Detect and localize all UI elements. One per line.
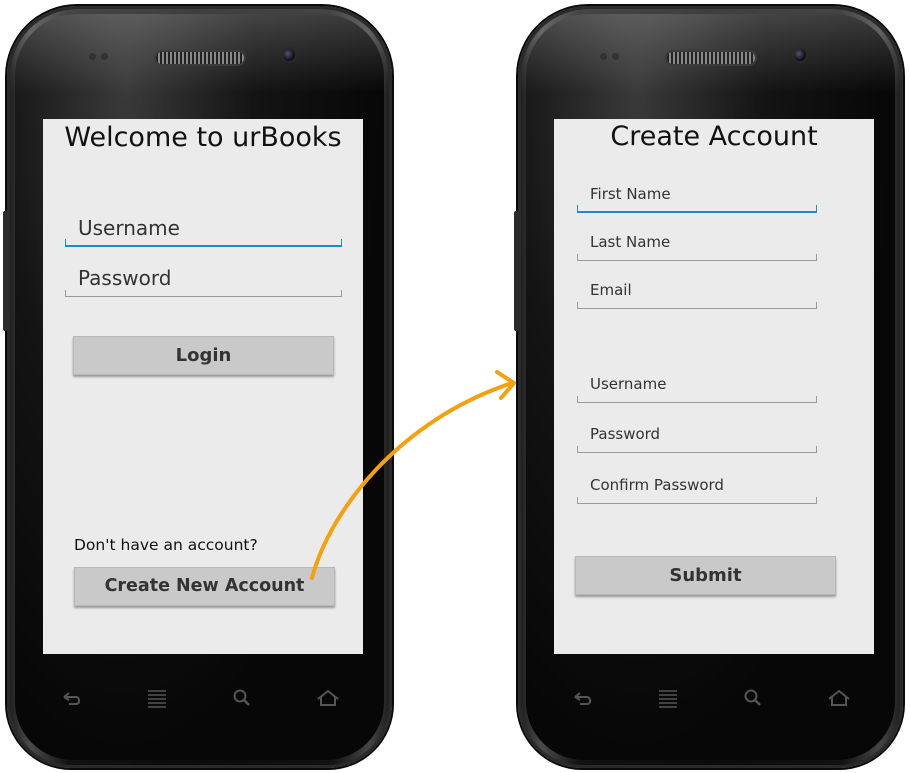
light-sensor	[612, 53, 619, 60]
volume-button	[3, 211, 8, 331]
proximity-sensor	[600, 53, 607, 60]
earpiece-speaker	[666, 52, 755, 64]
proximity-sensor	[89, 53, 96, 60]
login-button[interactable]: Login	[73, 336, 334, 375]
password-field[interactable]: Password	[577, 424, 817, 453]
volume-button	[514, 211, 519, 331]
password-field[interactable]: Password	[65, 264, 342, 297]
confirm-password-placeholder: Confirm Password	[590, 476, 724, 494]
email-field[interactable]: Email	[577, 280, 817, 309]
home-icon[interactable]	[825, 687, 853, 709]
password-placeholder: Password	[590, 425, 661, 443]
no-account-text: Don't have an account?	[74, 536, 258, 554]
search-icon[interactable]	[228, 687, 256, 709]
first-name-placeholder: First Name	[590, 185, 671, 203]
page-title: Create Account	[610, 121, 818, 152]
first-name-field[interactable]: First Name	[577, 184, 817, 213]
create-account-screen: Create Account First Name Last Name Emai…	[554, 119, 874, 654]
last-name-field[interactable]: Last Name	[577, 232, 817, 261]
login-screen: Welcome to urBooks Username Password Log…	[43, 119, 363, 654]
confirm-password-field[interactable]: Confirm Password	[577, 475, 817, 504]
submit-button[interactable]: Submit	[575, 556, 836, 595]
password-placeholder: Password	[78, 266, 172, 290]
light-sensor	[101, 53, 108, 60]
android-navbar	[57, 683, 342, 713]
phone-login: Welcome to urBooks Username Password Log…	[3, 6, 392, 768]
back-icon[interactable]	[568, 687, 596, 709]
menu-icon[interactable]	[654, 687, 682, 709]
back-icon[interactable]	[57, 687, 85, 709]
username-field[interactable]: Username	[65, 214, 342, 247]
earpiece-speaker	[155, 52, 244, 64]
username-field[interactable]: Username	[577, 374, 817, 403]
create-new-account-button[interactable]: Create New Account	[74, 567, 335, 606]
home-icon[interactable]	[314, 687, 342, 709]
last-name-placeholder: Last Name	[590, 233, 671, 251]
front-camera	[283, 49, 295, 61]
front-camera	[794, 49, 806, 61]
menu-icon[interactable]	[143, 687, 171, 709]
android-navbar	[568, 683, 853, 713]
email-placeholder: Email	[590, 281, 632, 299]
username-placeholder: Username	[78, 216, 180, 240]
username-placeholder: Username	[590, 375, 667, 393]
page-title: Welcome to urBooks	[64, 122, 342, 153]
flow-arrow-head	[495, 370, 516, 400]
phone-create-account: Create Account First Name Last Name Emai…	[514, 6, 903, 768]
search-icon[interactable]	[739, 687, 767, 709]
